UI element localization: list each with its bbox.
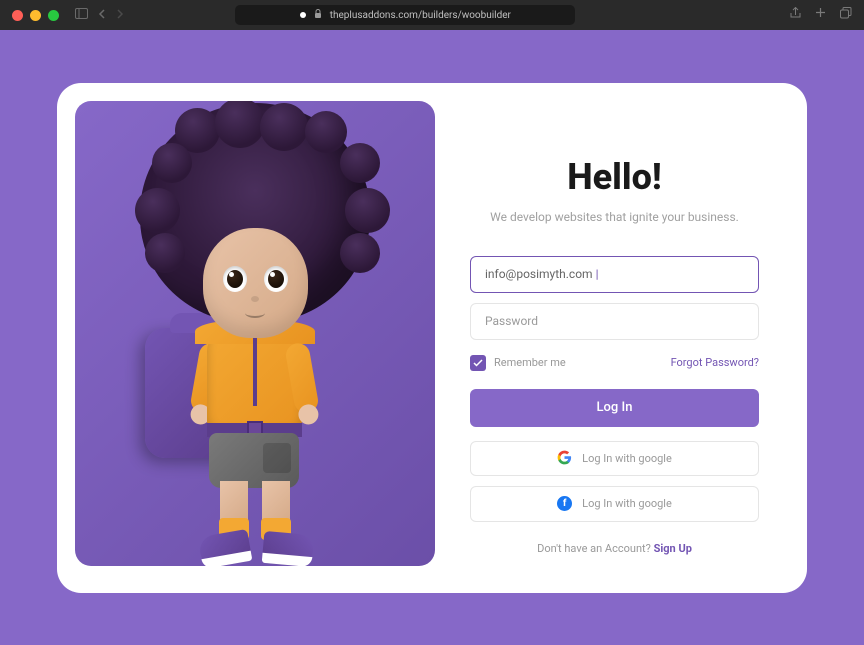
character-illustration	[115, 133, 395, 533]
illustration-panel	[75, 101, 435, 566]
login-form: Hello! We develop websites that ignite y…	[465, 101, 789, 575]
browser-nav-group	[75, 8, 124, 22]
signup-prompt-row: Don't have an Account? Sign Up	[470, 542, 759, 555]
remember-me-group[interactable]: Remember me	[470, 355, 566, 371]
forward-icon[interactable]	[116, 8, 124, 22]
address-bar[interactable]: theplusaddons.com/builders/woobuilder	[235, 5, 575, 25]
login-button[interactable]: Log In	[470, 389, 759, 428]
login-card: Hello! We develop websites that ignite y…	[57, 83, 807, 593]
google-login-button[interactable]: Log In with google	[470, 441, 759, 476]
forgot-password-link[interactable]: Forgot Password?	[671, 356, 759, 369]
new-tab-icon[interactable]	[815, 7, 826, 23]
page-title: Hello!	[470, 156, 759, 198]
email-field[interactable]: info@posimyth.com |	[470, 256, 759, 293]
google-icon	[557, 450, 572, 468]
browser-top-bar: theplusaddons.com/builders/woobuilder	[0, 0, 864, 30]
window-controls	[12, 10, 59, 21]
page-body: Hello! We develop websites that ignite y…	[0, 30, 864, 645]
page-subtitle: We develop websites that ignite your bus…	[470, 210, 759, 224]
remember-checkbox[interactable]	[470, 355, 486, 371]
signup-link[interactable]: Sign Up	[654, 542, 692, 555]
maximize-window-button[interactable]	[48, 10, 59, 21]
password-field[interactable]: Password	[470, 303, 759, 340]
browser-right-controls	[790, 7, 852, 23]
minimize-window-button[interactable]	[30, 10, 41, 21]
share-icon[interactable]	[790, 7, 801, 23]
password-placeholder: Password	[485, 314, 538, 328]
site-indicator-icon	[300, 12, 306, 18]
tabs-icon[interactable]	[840, 7, 852, 23]
facebook-button-label: Log In with google	[582, 497, 672, 510]
signup-prompt-text: Don't have an Account?	[537, 542, 653, 555]
remember-label: Remember me	[494, 356, 566, 369]
close-window-button[interactable]	[12, 10, 23, 21]
back-icon[interactable]	[98, 8, 106, 22]
remember-forgot-row: Remember me Forgot Password?	[470, 355, 759, 371]
facebook-login-button[interactable]: f Log In with google	[470, 486, 759, 521]
email-value: info@posimyth.com	[485, 267, 593, 281]
url-text: theplusaddons.com/builders/woobuilder	[330, 10, 511, 21]
google-button-label: Log In with google	[582, 452, 672, 465]
facebook-icon: f	[557, 496, 572, 511]
sidebar-toggle-icon[interactable]	[75, 8, 88, 22]
lock-icon	[314, 9, 322, 21]
